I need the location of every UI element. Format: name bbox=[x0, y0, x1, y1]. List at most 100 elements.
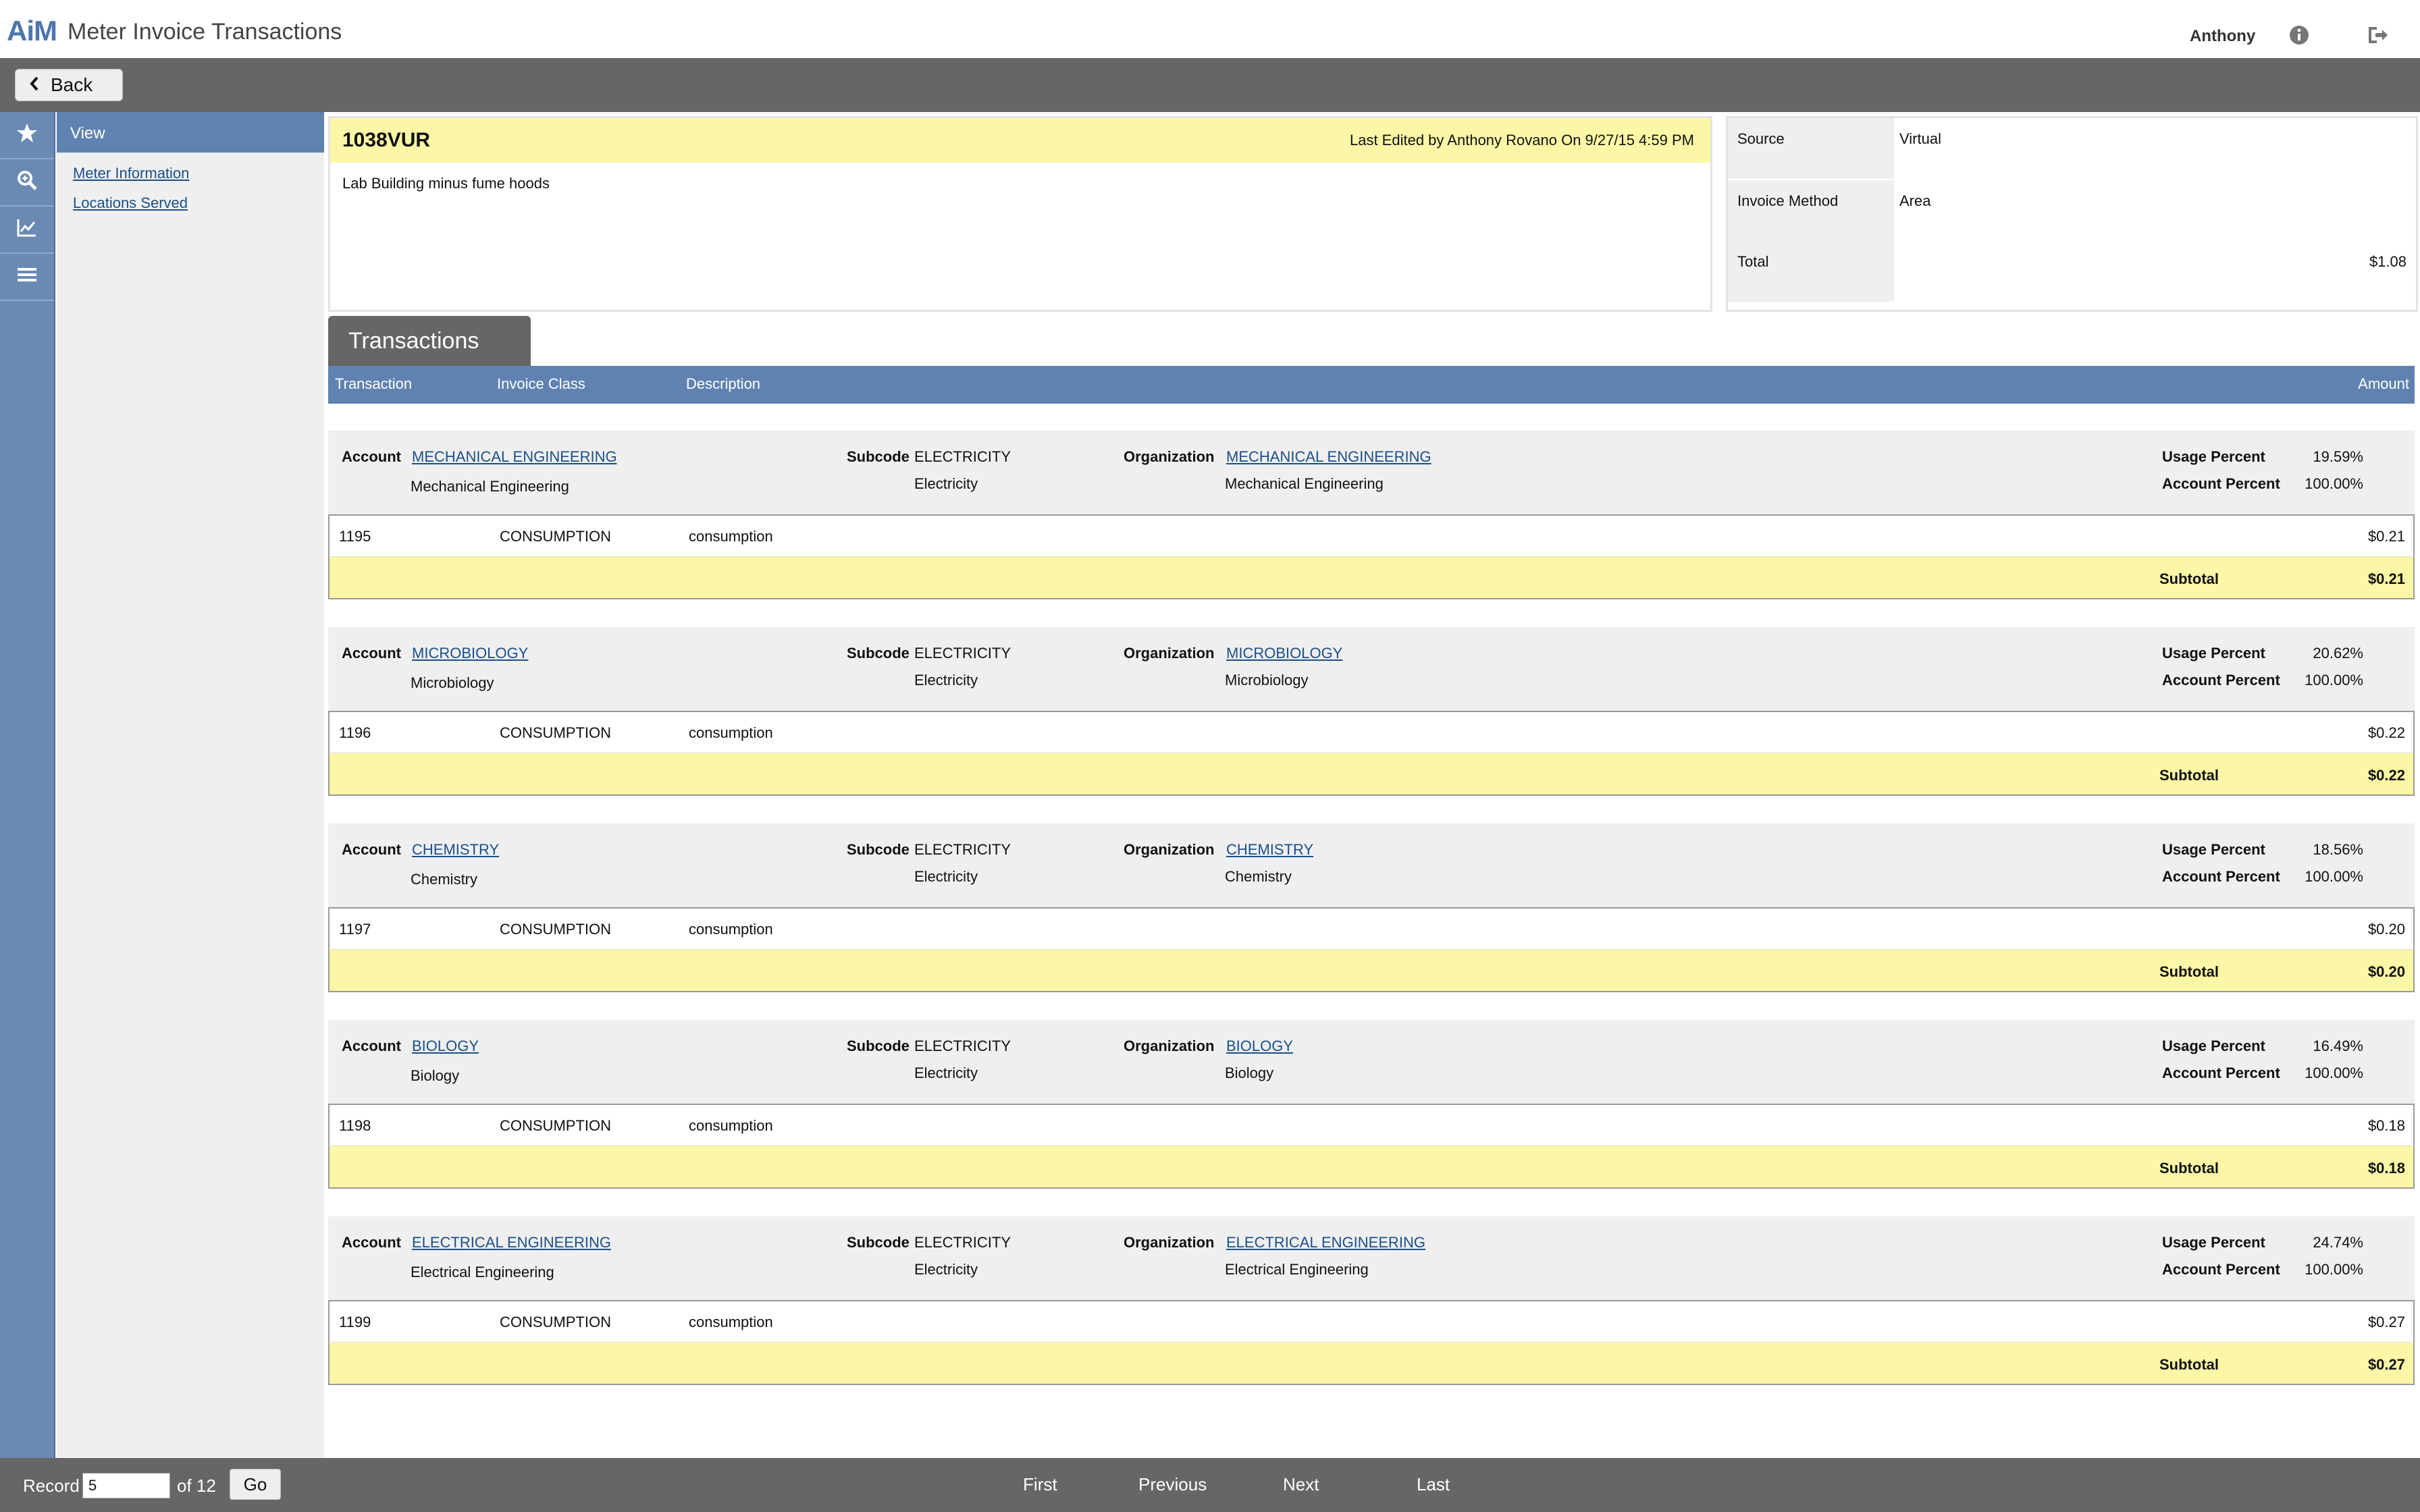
account-name: Biology bbox=[411, 1067, 460, 1084]
invoice-method-label: Invoice Method bbox=[1728, 180, 1894, 241]
organization-name: Electrical Engineering bbox=[1225, 1261, 1369, 1278]
subcode-name: Electricity bbox=[914, 1261, 978, 1278]
usage-percent-label: Usage Percent bbox=[2162, 841, 2265, 858]
organization-link[interactable]: MICROBIOLOGY bbox=[1226, 645, 1342, 662]
record-input[interactable] bbox=[82, 1473, 170, 1498]
account-percent-value: 100.00% bbox=[2305, 1261, 2363, 1278]
account-link[interactable]: CHEMISTRY bbox=[412, 841, 499, 859]
subtotal-value: $0.21 bbox=[2367, 570, 2405, 587]
organization-label: Organization bbox=[1124, 841, 1215, 858]
organization-link[interactable]: MECHANICAL ENGINEERING bbox=[1226, 448, 1431, 466]
account-link[interactable]: BIOLOGY bbox=[412, 1037, 479, 1055]
table-row[interactable]: 1196 CONSUMPTION consumption $0.22 bbox=[328, 711, 2415, 753]
col-description: Description bbox=[686, 375, 761, 392]
account-percent-label: Account Percent bbox=[2162, 475, 2280, 492]
usage-percent-value: 16.49% bbox=[2313, 1037, 2363, 1054]
transaction-group: Account ELECTRICAL ENGINEERING Electrical … bbox=[328, 1216, 2415, 1388]
usage-percent-label: Usage Percent bbox=[2162, 1037, 2265, 1054]
total-label: Total bbox=[1728, 241, 1894, 302]
main-content: 1038VUR Last Edited by Anthony Rovano On… bbox=[325, 112, 2420, 1458]
usage-percent-value: 24.74% bbox=[2313, 1234, 2363, 1251]
usage-percent-value: 18.56% bbox=[2313, 841, 2363, 858]
next-button[interactable]: Next bbox=[1283, 1474, 1319, 1495]
subtotal-row: Subtotal $0.22 bbox=[328, 753, 2415, 796]
page-title: Meter Invoice Transactions bbox=[68, 19, 342, 45]
table-row[interactable]: 1197 CONSUMPTION consumption $0.20 bbox=[328, 907, 2415, 949]
nav-locations-served[interactable]: Locations Served bbox=[73, 194, 324, 212]
transaction-description: consumption bbox=[689, 1117, 773, 1134]
organization-name: Chemistry bbox=[1225, 868, 1292, 885]
account-info: Account CHEMISTRY Chemistry Subcode ELECTRIC… bbox=[328, 824, 2415, 907]
go-button[interactable]: Go bbox=[230, 1469, 281, 1500]
account-percent-value: 100.00% bbox=[2305, 1064, 2363, 1081]
transaction-description: consumption bbox=[689, 921, 773, 938]
chevron-left-icon bbox=[29, 74, 40, 96]
menu-icon bbox=[18, 267, 36, 287]
subtotal-value: $0.18 bbox=[2367, 1160, 2405, 1177]
subtotal-label: Subtotal bbox=[2159, 767, 2219, 784]
menu-button[interactable] bbox=[0, 254, 54, 301]
info-icon[interactable] bbox=[2287, 23, 2311, 47]
first-button[interactable]: First bbox=[1023, 1474, 1057, 1495]
subtotal-value: $0.20 bbox=[2367, 963, 2405, 980]
detail-total: Total $1.08 bbox=[1728, 241, 2416, 302]
account-link[interactable]: MICROBIOLOGY bbox=[412, 645, 528, 662]
logout-icon[interactable] bbox=[2365, 23, 2390, 47]
search-button[interactable] bbox=[0, 159, 54, 207]
record-label: Record bbox=[23, 1476, 80, 1496]
back-button-label: Back bbox=[51, 74, 93, 95]
meter-summary: 1038VUR Last Edited by Anthony Rovano On… bbox=[328, 116, 1712, 312]
favorites-button[interactable] bbox=[0, 112, 54, 159]
organization-link[interactable]: ELECTRICAL ENGINEERING bbox=[1226, 1234, 1425, 1251]
account-percent-label: Account Percent bbox=[2162, 672, 2280, 688]
subtotal-row: Subtotal $0.21 bbox=[328, 556, 2415, 599]
source-value: Virtual bbox=[1899, 130, 1941, 147]
transaction-group: Account BIOLOGY Biology Subcode ELECTRICITY E… bbox=[328, 1020, 2415, 1191]
table-row[interactable]: 1199 CONSUMPTION consumption $0.27 bbox=[328, 1300, 2415, 1342]
subtotal-row: Subtotal $0.18 bbox=[328, 1145, 2415, 1189]
icon-rail bbox=[0, 112, 55, 1458]
nav-meter-information[interactable]: Meter Information bbox=[73, 165, 324, 182]
account-info: Account MICROBIOLOGY Microbiology Subcode EL… bbox=[328, 627, 2415, 711]
invoice-class: CONSUMPTION bbox=[500, 528, 611, 545]
account-percent-value: 100.00% bbox=[2305, 672, 2363, 688]
record-count: of 12 bbox=[177, 1476, 216, 1496]
reports-button[interactable] bbox=[0, 207, 54, 254]
organization-link[interactable]: BIOLOGY bbox=[1226, 1037, 1293, 1055]
meter-details: Source Virtual Invoice Method Area Total… bbox=[1726, 116, 2418, 312]
organization-link[interactable]: CHEMISTRY bbox=[1226, 841, 1313, 859]
transaction-number: 1199 bbox=[339, 1314, 371, 1330]
transaction-amount: $0.27 bbox=[2367, 1314, 2405, 1330]
account-name: Chemistry bbox=[411, 871, 478, 888]
account-name: Electrical Engineering bbox=[411, 1264, 554, 1280]
subtotal-label: Subtotal bbox=[2159, 963, 2219, 980]
account-link[interactable]: ELECTRICAL ENGINEERING bbox=[412, 1234, 611, 1251]
user-name[interactable]: Anthony bbox=[2190, 27, 2255, 46]
previous-button[interactable]: Previous bbox=[1138, 1474, 1207, 1495]
total-value: $1.08 bbox=[2369, 253, 2406, 270]
usage-percent-value: 19.59% bbox=[2313, 448, 2363, 465]
transaction-number: 1197 bbox=[339, 921, 371, 938]
table-row[interactable]: 1198 CONSUMPTION consumption $0.18 bbox=[328, 1104, 2415, 1145]
subtotal-row: Subtotal $0.20 bbox=[328, 949, 2415, 992]
account-label: Account bbox=[342, 645, 401, 662]
subcode-name: Electricity bbox=[914, 475, 978, 492]
invoice-class: CONSUMPTION bbox=[500, 1314, 611, 1330]
summary-bar: 1038VUR Last Edited by Anthony Rovano On… bbox=[330, 118, 1710, 163]
transaction-amount: $0.20 bbox=[2367, 921, 2405, 938]
view-heading: View bbox=[57, 112, 324, 153]
table-row[interactable]: 1195 CONSUMPTION consumption $0.21 bbox=[328, 514, 2415, 556]
back-button[interactable]: Back bbox=[15, 69, 123, 101]
account-name: Mechanical Engineering bbox=[411, 478, 569, 495]
account-link[interactable]: MECHANICAL ENGINEERING bbox=[412, 448, 617, 466]
source-label: Source bbox=[1728, 118, 1894, 179]
account-percent-value: 100.00% bbox=[2305, 475, 2363, 492]
subcode-code: ELECTRICITY bbox=[914, 841, 1011, 858]
usage-percent-label: Usage Percent bbox=[2162, 448, 2265, 465]
tab-transactions[interactable]: Transactions bbox=[328, 316, 531, 367]
meter-description: Lab Building minus fume hoods bbox=[342, 175, 550, 192]
last-button[interactable]: Last bbox=[1417, 1474, 1450, 1495]
subtotal-label: Subtotal bbox=[2159, 570, 2219, 587]
invoice-method-value: Area bbox=[1899, 192, 1931, 209]
invoice-class: CONSUMPTION bbox=[500, 1117, 611, 1134]
